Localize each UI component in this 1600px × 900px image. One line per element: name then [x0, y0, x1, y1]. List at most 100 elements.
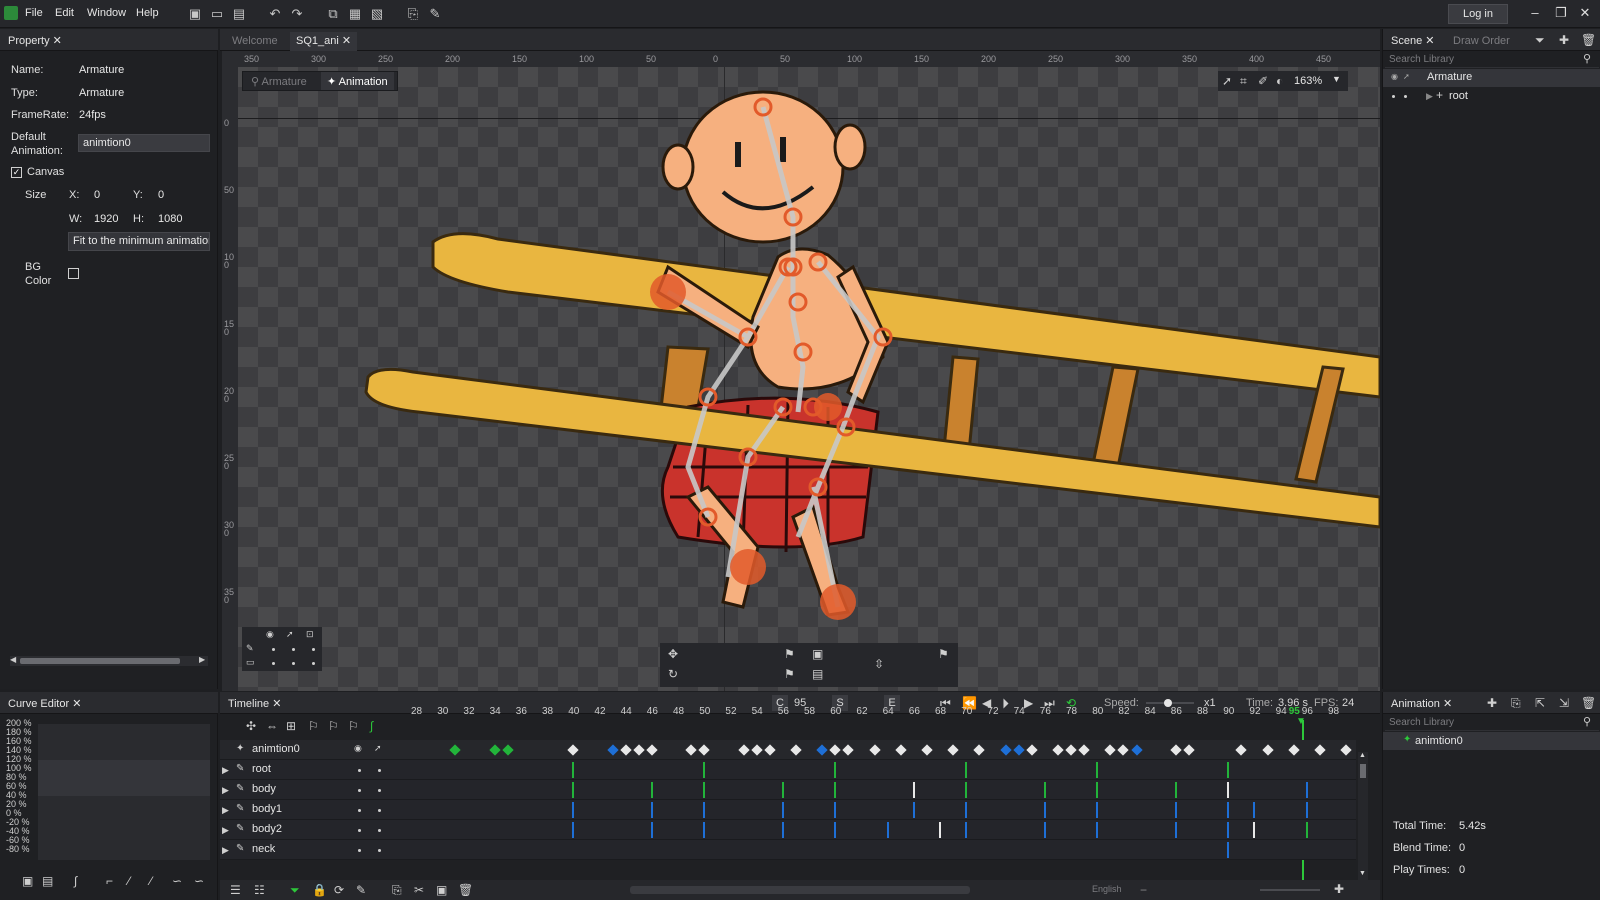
flag-add-icon[interactable]: ⚐: [348, 719, 359, 733]
toggle-dot[interactable]: [312, 662, 315, 665]
trash-icon[interactable]: 🗑: [1581, 33, 1596, 47]
search-icon[interactable]: ⚲: [1583, 715, 1591, 728]
toggle-dot[interactable]: [292, 648, 295, 651]
keyframe[interactable]: [633, 744, 645, 756]
brush-icon[interactable]: ✐: [1258, 74, 1268, 88]
import-icon[interactable]: ⧉: [324, 5, 342, 23]
keyframe[interactable]: [502, 744, 514, 756]
lock-icon[interactable]: ⊡: [306, 629, 314, 640]
x-value[interactable]: 0: [94, 189, 100, 201]
curve-ease-in-out-icon[interactable]: ∽: [172, 874, 182, 888]
language-selector[interactable]: English: [1092, 884, 1122, 894]
toggle-dot[interactable]: [292, 662, 295, 665]
keyframe[interactable]: [781, 822, 784, 838]
save-icon[interactable]: ▤: [230, 5, 248, 23]
cursor-icon[interactable]: ➚: [374, 743, 382, 754]
menu-file[interactable]: File: [25, 7, 43, 19]
close-icon[interactable]: ✕: [1425, 35, 1434, 47]
timeline-row-root[interactable]: ▶ ✎ root: [220, 760, 1356, 780]
animation-list-item[interactable]: ✦ animtion0: [1383, 732, 1600, 750]
keyframe[interactable]: [685, 744, 697, 756]
keyframe[interactable]: [703, 782, 706, 798]
toggle-dot[interactable]: [358, 809, 361, 812]
paste-icon[interactable]: ▣: [436, 883, 447, 897]
restore-icon[interactable]: ❐: [1550, 4, 1572, 22]
keyframe[interactable]: [965, 802, 968, 818]
toggle-dot[interactable]: [378, 849, 381, 852]
tab-sq1-ani[interactable]: SQ1_ani ✕: [290, 32, 358, 51]
tab-curve-editor[interactable]: Curve Editor ✕: [2, 695, 87, 714]
timeline-row-body1[interactable]: ▶ ✎ body1: [220, 800, 1356, 820]
keyframe[interactable]: [965, 822, 968, 838]
delete-icon[interactable]: 🗑: [458, 883, 473, 897]
keyframe[interactable]: [834, 822, 837, 838]
export-icon[interactable]: ▧: [368, 5, 386, 23]
keyframe[interactable]: [1227, 782, 1230, 798]
close-icon[interactable]: ✕: [342, 35, 351, 47]
keyframe[interactable]: [834, 762, 837, 778]
scrollbar-thumb[interactable]: [1360, 764, 1366, 778]
keyframe[interactable]: [1253, 822, 1256, 838]
keyframe[interactable]: [1052, 744, 1064, 756]
login-button[interactable]: Log in: [1448, 4, 1508, 24]
tree-icon[interactable]: ☷: [254, 883, 265, 897]
keyframe[interactable]: [1096, 822, 1099, 838]
scrollbar-thumb[interactable]: [20, 658, 180, 664]
timeline-vertical-scrollbar[interactable]: ▲ ▼: [1358, 752, 1368, 880]
curve-linear-icon[interactable]: ∫: [74, 874, 77, 888]
keyframe[interactable]: [912, 802, 915, 818]
scene-search-input[interactable]: Search Library ⚲: [1385, 52, 1599, 68]
play-icon[interactable]: ⏵: [1002, 695, 1009, 712]
move-icon[interactable]: ✥: [668, 647, 678, 661]
timeline-row-body2[interactable]: ▶ ✎ body2: [220, 820, 1356, 840]
keyframe[interactable]: [737, 744, 750, 756]
animation-mode-button[interactable]: ✦ Animation: [321, 72, 394, 90]
key-frame-icon[interactable]: ⊞: [286, 719, 296, 733]
scroll-left-icon[interactable]: ◀: [10, 655, 16, 664]
keyframe[interactable]: [834, 802, 837, 818]
curve-step-icon[interactable]: ∽: [194, 874, 204, 888]
keyframe[interactable]: [606, 744, 619, 756]
keyframe[interactable]: [965, 782, 968, 798]
new-file-icon[interactable]: ▣: [186, 5, 204, 23]
tab-scene[interactable]: Scene ✕: [1385, 32, 1440, 51]
speed-slider[interactable]: [1146, 699, 1194, 707]
close-icon[interactable]: ✕: [272, 698, 281, 710]
keyframe[interactable]: [1227, 842, 1230, 858]
timeline-row-body[interactable]: ▶ ✎ body: [220, 780, 1356, 800]
cut-icon[interactable]: ✂: [414, 883, 424, 897]
tab-welcome[interactable]: Welcome: [226, 32, 284, 51]
redo-icon[interactable]: ↷: [288, 5, 306, 23]
keyframe[interactable]: [703, 802, 706, 818]
eye-icon[interactable]: ◉: [266, 629, 274, 640]
timeline-row-animation[interactable]: ✦ animtion0 ◉ ➚: [220, 740, 1356, 760]
close-window-icon[interactable]: ✕: [1574, 4, 1596, 22]
close-icon[interactable]: ✕: [1443, 698, 1452, 710]
toggle-dot[interactable]: [358, 789, 361, 792]
bg-color-checkbox[interactable]: [68, 268, 79, 279]
flag-prev-icon[interactable]: ⚐: [308, 719, 319, 733]
selectable-dot[interactable]: [1404, 95, 1407, 98]
keyframe[interactable]: [886, 822, 889, 838]
expand-arrow-icon[interactable]: ▶: [222, 765, 229, 776]
playhead-marker-icon[interactable]: ▼: [1296, 716, 1310, 730]
keyframe[interactable]: [1096, 762, 1099, 778]
curve-toggle-icon[interactable]: ∫: [370, 719, 373, 733]
keyframe[interactable]: [1012, 744, 1025, 756]
keyframe[interactable]: [1104, 744, 1116, 756]
toggle-dot[interactable]: [358, 769, 361, 772]
keyframe[interactable]: [1043, 822, 1046, 838]
keyframe[interactable]: [1305, 802, 1308, 818]
close-icon[interactable]: ✕: [53, 35, 62, 47]
w-value[interactable]: 1920: [94, 213, 118, 225]
import-folder-icon[interactable]: ▦: [346, 5, 364, 23]
menu-window[interactable]: Window: [87, 7, 126, 19]
keyframe[interactable]: [572, 822, 575, 838]
keyframe[interactable]: [947, 744, 959, 756]
keyframe[interactable]: [912, 782, 915, 798]
zoom-dropdown-icon[interactable]: ▼: [1332, 74, 1341, 84]
tree-item-armature[interactable]: ◉ ➚ Armature: [1383, 69, 1600, 87]
filter-icon[interactable]: ⏷: [1535, 33, 1545, 48]
keyframe[interactable]: [572, 782, 575, 798]
keyframe[interactable]: [646, 744, 658, 756]
